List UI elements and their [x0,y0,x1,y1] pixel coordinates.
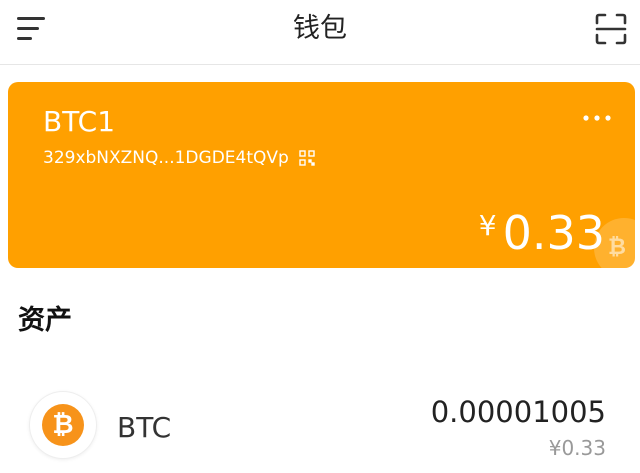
scan-icon[interactable] [594,12,628,46]
page-title: 钱包 [293,13,347,44]
asset-name: BTC [117,411,172,444]
wallet-address: 329xbNXZNQ...1DGDE4tQVp [43,148,289,168]
asset-fiat-value: ¥0.33 [548,436,606,460]
top-bar: 钱包 [0,0,640,65]
wallet-address-row[interactable]: 329xbNXZNQ...1DGDE4tQVp [43,146,315,170]
asset-row-btc[interactable]: ₿ BTC 0.00001005 ¥0.33 [0,380,640,473]
qr-code-icon[interactable] [299,150,315,166]
wallet-name: BTC1 [43,105,116,138]
more-options-icon[interactable] [580,108,614,128]
balance-amount: 0.33 [502,206,605,260]
assets-section-title: 资产 [18,305,72,336]
asset-amount: 0.00001005 [430,395,606,429]
bitcoin-icon: ₿ [30,392,96,458]
wallet-balance: ¥ 0.33 [479,206,605,260]
wallet-card[interactable]: BTC1 329xbNXZNQ...1DGDE4tQVp ¥ 0.33 ₿ [8,82,635,268]
currency-symbol: ¥ [478,209,497,242]
